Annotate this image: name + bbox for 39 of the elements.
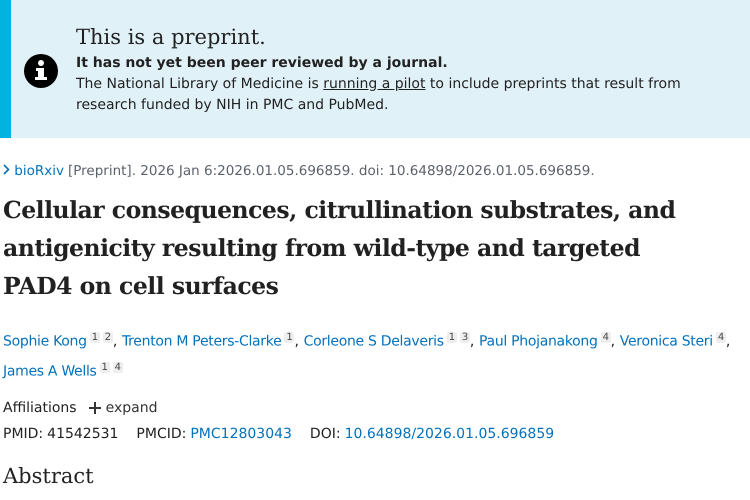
affiliation-number[interactable]: 1 — [284, 332, 294, 343]
affiliation-number[interactable]: 1 — [446, 332, 457, 343]
author-link[interactable]: Sophie Kong — [3, 334, 87, 350]
source-link[interactable]: bioRxiv — [3, 163, 64, 179]
id-value: 41542531 — [47, 426, 118, 442]
plus-icon — [88, 402, 101, 414]
notice-title: This is a preprint. — [76, 24, 267, 48]
author-link[interactable]: James A Wells — [3, 363, 97, 380]
notice-subtitle: It has not yet been peer reviewed by a journal. — [76, 54, 449, 70]
comma: , — [470, 334, 474, 350]
id-label: DOI: — [310, 426, 341, 442]
id-link[interactable]: 10.64898/2026.01.05.696859 — [344, 426, 554, 442]
comma: , — [726, 334, 730, 350]
pilot-link[interactable]: running a pilot — [323, 76, 426, 92]
affiliations-label: Affiliations — [3, 400, 77, 416]
id-label: PMCID: — [136, 426, 186, 442]
section-heading: Abstract — [3, 464, 95, 488]
author-link[interactable]: Paul Phojanakong — [479, 334, 598, 350]
affiliation-number[interactable]: 4 — [600, 332, 611, 343]
expand-button[interactable]: expand — [88, 400, 158, 416]
chevron-icon — [3, 164, 10, 175]
notice-text: The National Library of Medicine is running a pilot to include preprints that result from research funded by NIH in PMC and PubMed. — [76, 74, 682, 114]
author-link[interactable]: Veronica Steri — [620, 334, 713, 350]
article-title: Cellular consequences, citrullination substrates, and antigenicity resulting from wild-type and targeted PAD4 on cell surfaces — [3, 195, 676, 302]
id-label: PMID: — [3, 426, 44, 442]
affiliation-number[interactable]: 1 — [100, 362, 110, 373]
affiliation-number[interactable]: 4 — [716, 332, 726, 343]
affiliation-number[interactable]: 1 — [90, 332, 100, 343]
author-link[interactable]: Corleone S Delaveris — [304, 334, 444, 350]
affiliation-number[interactable]: 2 — [102, 332, 113, 343]
comma: , — [294, 334, 299, 350]
comma: , — [112, 334, 117, 350]
citation-details: [Preprint]. 2026 Jan 6:2026.01.05.696859. doi: 10.64898/2026.01.05.696859. — [68, 163, 595, 179]
comma: , — [610, 334, 615, 350]
affiliation-number[interactable]: 3 — [460, 332, 470, 343]
id-link[interactable]: PMC12803043 — [190, 426, 292, 442]
affiliation-number[interactable]: 4 — [112, 362, 123, 373]
info-icon — [24, 54, 58, 88]
author-link[interactable]: Trenton M Peters-Clarke — [122, 334, 282, 350]
